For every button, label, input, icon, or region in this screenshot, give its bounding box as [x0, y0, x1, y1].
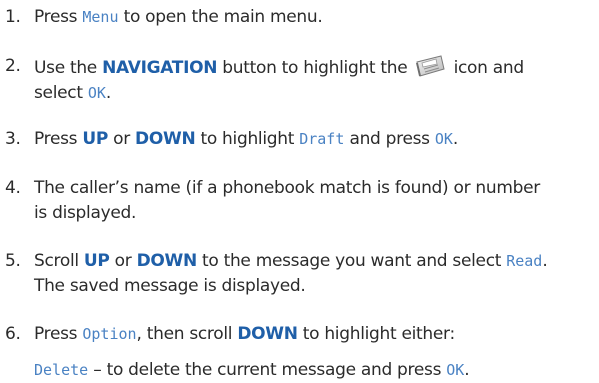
instruction-text: The saved message is displayed.	[34, 276, 306, 296]
screen-label-read: Read	[506, 252, 543, 270]
step-text: Press UP or DOWN to highlight Draft and …	[34, 127, 594, 152]
step-text: Use the NAVIGATION button to highlight t…	[34, 54, 594, 106]
step-number: 3.	[5, 129, 21, 149]
screen-label-draft: Draft	[299, 130, 345, 148]
step-text: Scroll UP or DOWN to the message you wan…	[34, 249, 594, 299]
instruction-text: or	[108, 129, 136, 149]
button-name-down: DOWN	[135, 129, 196, 149]
button-name-up: UP	[82, 129, 109, 149]
screen-label-option: Option	[82, 325, 137, 343]
instruction-text: .	[452, 129, 459, 149]
screen-label-ok: OK	[434, 130, 453, 148]
instruction-text: .	[105, 83, 111, 103]
instruction-text: Use the	[34, 58, 103, 78]
button-name-up: UP	[83, 251, 110, 271]
instruction-text: and press	[344, 129, 435, 149]
instruction-text: button to highlight the	[217, 58, 413, 78]
step-number: 1.	[5, 7, 21, 27]
step-text: Press Option, then scroll DOWN to highli…	[34, 322, 594, 347]
screen-label-menu: Menu	[82, 8, 119, 26]
instruction-text: select	[34, 83, 88, 103]
instruction-text: to the message you want and select	[196, 251, 507, 271]
step-number: 6.	[5, 324, 21, 344]
screen-label-delete: Delete	[34, 361, 89, 379]
instruction-text: to open the main menu.	[118, 7, 323, 27]
instruction-text: to highlight either:	[297, 324, 455, 344]
instruction-text: , then scroll	[136, 324, 238, 344]
screen-label-ok: OK	[87, 84, 106, 102]
instruction-text: .	[542, 251, 548, 271]
step-text: The caller’s name (if a phonebook match …	[34, 176, 594, 226]
instruction-text: The caller’s name (if a phonebook match …	[34, 178, 540, 198]
button-name-navigation: NAVIGATION	[102, 58, 218, 78]
instruction-text: to highlight	[195, 129, 300, 149]
screen-label-ok: OK	[446, 361, 465, 379]
messages-icon	[414, 54, 446, 78]
instruction-text: icon and	[448, 58, 525, 78]
step-text: Press Menu to open the main menu.	[34, 5, 594, 30]
instruction-text: is displayed.	[34, 203, 137, 223]
instruction-text: Press	[34, 324, 83, 344]
step-number: 4.	[5, 178, 21, 198]
instruction-text: or	[109, 251, 137, 271]
button-name-down: DOWN	[136, 251, 198, 271]
instruction-text: Press	[34, 129, 83, 149]
instruction-text: Press	[34, 7, 83, 27]
button-name-down: DOWN	[237, 324, 298, 344]
step-number: 5.	[5, 251, 21, 271]
step-number: 2.	[5, 56, 21, 76]
sub-item-text: Delete – to delete the current message a…	[34, 358, 594, 383]
instruction-text: Scroll	[34, 251, 84, 271]
instruction-text: .	[464, 360, 470, 380]
instruction-text: – to delete the current message and pres…	[88, 360, 447, 380]
